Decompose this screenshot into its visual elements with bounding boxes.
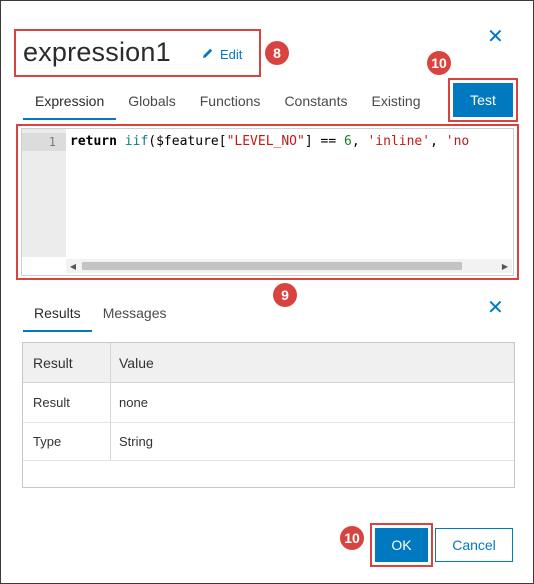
expression-title: expression1 <box>23 37 171 67</box>
table-header: Result Value <box>23 343 514 383</box>
row-value: String <box>119 434 153 449</box>
code-string-3: 'no <box>445 134 470 149</box>
annotation-badge-9: 9 <box>273 283 297 307</box>
annotation-badge-10-ok: 10 <box>340 526 364 550</box>
tab-functions[interactable]: Functions <box>188 87 273 120</box>
tab-globals[interactable]: Globals <box>116 87 187 120</box>
annotation-badge-10-test: 10 <box>427 51 451 75</box>
tab-messages[interactable]: Messages <box>92 299 178 332</box>
edit-label: Edit <box>220 47 243 62</box>
row-value: none <box>119 395 148 410</box>
scrollbar-thumb[interactable] <box>82 262 462 270</box>
row-name: Result <box>23 383 111 422</box>
tab-constants[interactable]: Constants <box>272 87 359 120</box>
code-line[interactable]: return iif($feature["LEVEL_NO"] == 6, 'i… <box>70 133 512 151</box>
scroll-left-icon[interactable]: ◀ <box>66 259 80 273</box>
tab-existing[interactable]: Existing <box>359 87 432 120</box>
pencil-icon <box>202 47 214 62</box>
annotation-badge-8: 8 <box>265 41 289 65</box>
code-editor[interactable]: 1 return iif($feature["LEVEL_NO"] == 6, … <box>21 128 514 276</box>
tab-expression[interactable]: Expression <box>23 87 117 120</box>
expression-dialog: expression1 Edit 8 ✕ Expression Globals … <box>0 0 534 584</box>
line-number: 1 <box>22 133 66 151</box>
code-punct-3: , <box>351 134 368 149</box>
code-function: iif <box>124 134 149 149</box>
ok-button[interactable]: OK <box>375 528 428 562</box>
code-punct-2: ] == <box>304 134 344 149</box>
row-name: Type <box>23 423 111 460</box>
table-row: Result none <box>23 383 514 423</box>
code-punct-4: , <box>430 134 446 149</box>
results-table: Result Value Result none Type String <box>22 342 515 488</box>
test-button[interactable]: Test <box>453 83 513 117</box>
column-header-result: Result <box>23 343 111 382</box>
code-punct-1: ($feature[ <box>148 134 227 149</box>
expression-tabs: Expression Globals Functions Constants E… <box>23 87 433 120</box>
code-string-1: "LEVEL_NO" <box>226 134 305 149</box>
tab-results[interactable]: Results <box>23 299 92 332</box>
table-row: Type String <box>23 423 514 461</box>
code-string-2: 'inline' <box>367 134 431 149</box>
code-keyword: return <box>70 134 117 149</box>
close-results-icon[interactable]: ✕ <box>487 298 504 318</box>
code-number: 6 <box>343 134 352 149</box>
results-tabs: Results Messages <box>23 299 178 332</box>
line-gutter: 1 <box>22 129 66 257</box>
close-icon[interactable]: ✕ <box>487 27 504 47</box>
column-header-value: Value <box>119 354 154 371</box>
edit-title-button[interactable]: Edit <box>202 47 242 62</box>
horizontal-scrollbar[interactable]: ◀ ▶ <box>66 259 512 273</box>
scroll-right-icon[interactable]: ▶ <box>498 259 512 273</box>
cancel-button[interactable]: Cancel <box>435 528 513 562</box>
